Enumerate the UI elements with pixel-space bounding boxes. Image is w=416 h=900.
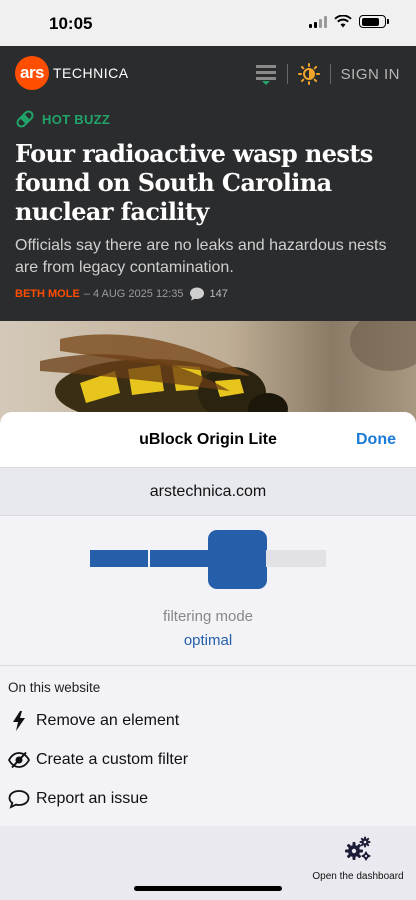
filter-level-basic[interactable] — [90, 550, 148, 567]
article-header: HOT BUZZ Four radioactive wasp nests fou… — [0, 101, 416, 321]
bandage-icon — [16, 110, 34, 128]
comment-bubble-icon — [190, 287, 205, 301]
sun-icon[interactable] — [297, 63, 320, 85]
filtering-mode-value: optimal — [183, 632, 233, 649]
publish-date: – 4 AUG 2025 12:35 — [83, 288, 184, 300]
filter-level-complete[interactable] — [266, 550, 326, 567]
wifi-icon — [334, 15, 352, 28]
ars-technica-logo[interactable]: ars TECHNICA — [15, 56, 129, 90]
report-issue-action[interactable]: Report an issue — [8, 779, 408, 818]
open-dashboard-button[interactable]: Open the dashboard — [312, 836, 404, 882]
battery-icon — [359, 15, 389, 28]
lightning-icon — [8, 710, 30, 732]
ars-logo-circle: ars — [15, 56, 49, 90]
cellular-signal-icon — [309, 15, 327, 28]
article-headline[interactable]: Four radioactive wasp nests found on Sou… — [15, 139, 401, 226]
ublock-popup-sheet: uBlock Origin Lite Done arstechnica.com … — [0, 412, 416, 900]
comment-icon — [8, 788, 30, 810]
filter-level-knob[interactable] — [208, 530, 267, 589]
author-link[interactable]: BETH MOLE — [15, 288, 80, 300]
header-actions: SIGN IN — [255, 63, 400, 85]
sheet-title: uBlock Origin Lite — [139, 431, 277, 448]
header-divider — [329, 64, 331, 84]
action-label: Report an issue — [36, 789, 149, 807]
status-time: 10:05 — [49, 14, 93, 33]
byline: BETH MOLE – 4 AUG 2025 12:35 147 — [15, 286, 401, 302]
site-header: ars TECHNICA SIGN IN — [0, 46, 416, 101]
action-label: Create a custom filter — [36, 750, 189, 768]
wasp-photo — [0, 321, 416, 421]
filtering-mode-label: filtering mode — [162, 608, 254, 625]
article-hero-image — [0, 321, 416, 421]
create-custom-filter-action[interactable]: Create a custom filter — [8, 740, 408, 779]
header-divider — [286, 64, 288, 84]
hot-buzz-tag[interactable]: HOT BUZZ — [15, 109, 401, 129]
logo-wordmark: TECHNICA — [53, 65, 129, 81]
dashboard-label: Open the dashboard — [312, 871, 404, 882]
home-indicator — [134, 886, 282, 891]
hot-buzz-label: HOT BUZZ — [42, 111, 111, 127]
sheet-header: uBlock Origin Lite Done — [0, 412, 416, 467]
action-label: Remove an element — [36, 711, 180, 729]
eye-slash-icon — [8, 749, 30, 771]
on-this-website-section: On this website Remove an element Create… — [0, 666, 416, 818]
remove-element-action[interactable]: Remove an element — [8, 701, 408, 740]
comment-count: 147 — [209, 288, 228, 300]
current-domain: arstechnica.com — [0, 467, 416, 516]
section-title: On this website — [8, 680, 101, 695]
article-dek: Officials say there are no leaks and haz… — [15, 237, 387, 276]
comments-link[interactable]: 147 — [189, 286, 228, 302]
menu-icon[interactable] — [255, 63, 277, 85]
status-icons — [309, 15, 389, 28]
status-bar: 10:05 — [0, 0, 416, 46]
filtering-mode-control[interactable]: filtering mode optimal — [0, 516, 416, 666]
filter-level-optimal[interactable] — [150, 550, 208, 567]
sign-in-link[interactable]: SIGN IN — [341, 66, 400, 83]
gears-icon — [345, 836, 371, 861]
done-button[interactable]: Done — [356, 431, 396, 449]
